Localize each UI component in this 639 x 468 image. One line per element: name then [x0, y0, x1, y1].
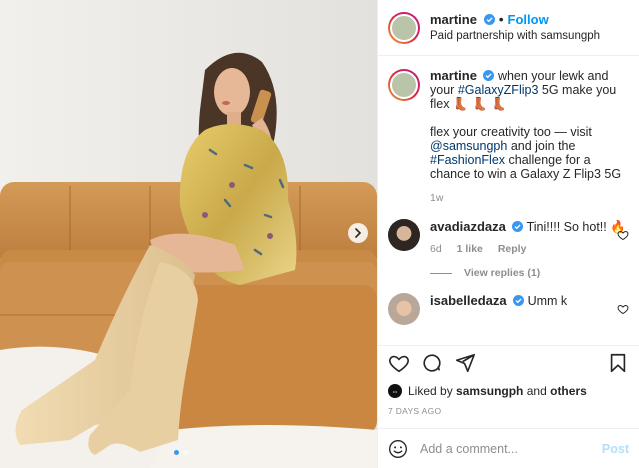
view-replies-button[interactable]: View replies (1) — [430, 267, 629, 279]
liker-avatar[interactable]: ••• — [388, 384, 402, 398]
view-replies-label: View replies (1) — [464, 267, 541, 279]
post-photo — [0, 0, 377, 468]
caption-age[interactable]: 1w — [430, 192, 443, 204]
commenter-avatar[interactable] — [388, 219, 420, 251]
comment-text: Umm k — [527, 294, 568, 308]
comment-body: avadiazdaza Tini!!!! So hot!! 🔥 6d 1 lik… — [430, 219, 629, 257]
like-comment-icon[interactable] — [617, 303, 629, 315]
comment: isabelledaza Umm k — [388, 293, 629, 325]
author-username[interactable]: martine — [430, 12, 477, 27]
hashtag-link[interactable]: #GalaxyZFlip3 — [458, 83, 539, 97]
comment-input[interactable] — [420, 441, 602, 456]
caption-text: 👢 — [491, 97, 507, 111]
chevron-right-icon — [355, 228, 362, 238]
commenter-avatar[interactable] — [388, 293, 420, 325]
caption: martine when your lewk and your #GalaxyZ… — [388, 69, 629, 205]
bookmark-save-icon[interactable] — [607, 352, 629, 374]
post-image[interactable] — [0, 0, 377, 468]
comment-text: Tini!!!! So hot!! 🔥 — [526, 220, 626, 234]
caption-body: martine when your lewk and your #GalaxyZ… — [430, 69, 629, 205]
verified-badge-icon — [483, 13, 495, 25]
separator-dot: • — [498, 10, 508, 27]
emoji-icon[interactable] — [388, 439, 408, 459]
post-comment-button[interactable]: Post — [602, 442, 629, 456]
caption-text: and join the — [510, 139, 576, 153]
comment-username[interactable]: avadiazdaza — [430, 219, 506, 234]
comment-bubble-icon[interactable] — [421, 352, 443, 374]
verified-badge-icon — [483, 70, 495, 81]
author-avatar[interactable] — [388, 11, 420, 44]
like-heart-icon[interactable] — [388, 352, 410, 374]
carousel-next-button[interactable] — [348, 223, 368, 243]
reply-button[interactable]: Reply — [498, 243, 527, 255]
carousel-dot — [183, 450, 188, 455]
like-comment-icon[interactable] — [617, 229, 629, 241]
liked-by-connector: and — [526, 384, 547, 398]
mention-link[interactable]: @samsungph — [430, 139, 507, 153]
caption-username[interactable]: martine — [430, 68, 477, 83]
hashtag-link[interactable]: #FashionFlex — [430, 153, 505, 167]
post-header: martine • Follow Paid partnership with s… — [378, 0, 639, 56]
comments-section: martine when your lewk and your #GalaxyZ… — [378, 57, 639, 345]
comment-body: isabelledaza Umm k — [430, 293, 629, 325]
share-send-icon[interactable] — [454, 352, 476, 374]
caption-avatar[interactable] — [388, 69, 420, 101]
add-comment-bar: Post — [378, 428, 639, 468]
avatar-image — [390, 71, 418, 99]
action-bar — [388, 348, 629, 378]
carousel-indicator — [174, 450, 188, 455]
caption-text: flex your creativity too — visit — [430, 125, 592, 139]
liked-by-others[interactable]: others — [550, 384, 587, 398]
post-timestamp[interactable]: 7 DAYS AGO — [388, 406, 629, 416]
liked-by-user[interactable]: samsungph — [456, 384, 523, 398]
follow-button[interactable]: Follow — [508, 12, 549, 27]
liker-avatar-mark: ••• — [392, 388, 398, 394]
comment-age[interactable]: 6d — [430, 243, 442, 255]
post-details-panel: martine • Follow Paid partnership with s… — [377, 0, 639, 468]
replies-divider — [430, 272, 452, 274]
verified-badge-icon — [512, 221, 524, 232]
avatar-image — [390, 13, 418, 42]
carousel-dot-active — [174, 450, 179, 455]
liked-by-prefix: Liked by — [408, 384, 453, 398]
post-actions-area: ••• Liked by samsungph and others 7 DAYS… — [378, 345, 639, 416]
comment: avadiazdaza Tini!!!! So hot!! 🔥 6d 1 lik… — [388, 219, 629, 257]
comment-username[interactable]: isabelledaza — [430, 293, 507, 308]
paid-partnership-label[interactable]: Paid partnership with samsungph — [430, 28, 600, 45]
verified-badge-icon — [513, 295, 525, 306]
comment-likes[interactable]: 1 like — [457, 243, 483, 255]
liked-by: ••• Liked by samsungph and others — [388, 384, 629, 398]
